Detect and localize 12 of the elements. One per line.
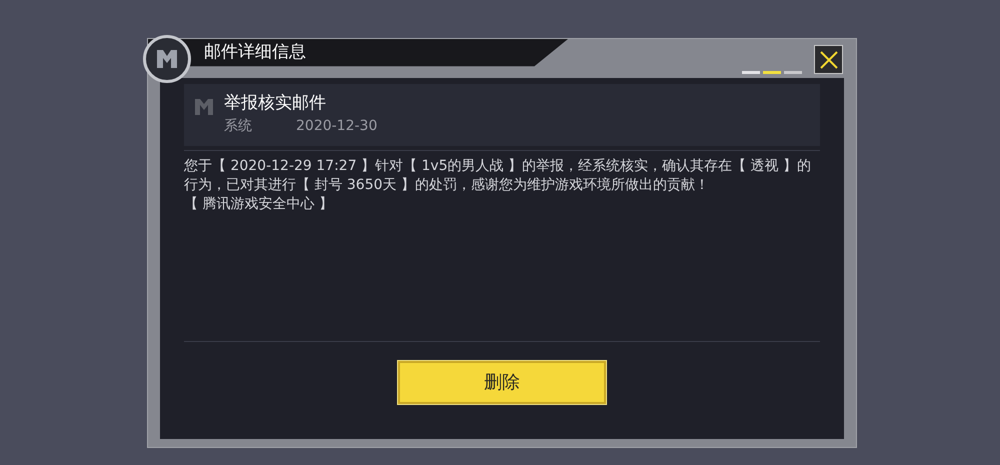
close-icon xyxy=(818,50,838,70)
mail-sender: 系统 xyxy=(224,117,252,136)
delete-button[interactable]: 删除 xyxy=(398,361,606,404)
mail-subject: 举报核实邮件 xyxy=(224,92,327,114)
mail-icon xyxy=(194,98,214,116)
page-indicator-icon xyxy=(742,71,804,75)
mail-body-text: 【 腾讯游戏安全中心 】 xyxy=(184,195,334,214)
close-button[interactable] xyxy=(814,45,843,74)
mail-date: 2020-12-30 xyxy=(296,117,378,136)
mail-body-text: 您于【 2020-12-29 17:27 】针对【 1v5的男人战 】的举报，经系统核实，确认其存在【 透视 】的行为，已对其进行【 封号 3650天 】的处罚，感谢您为维护游戏环境所做出的贡献！ xyxy=(184,157,812,195)
emblem-icon xyxy=(156,49,178,69)
dialog-title: 邮件详细信息 xyxy=(204,40,306,64)
